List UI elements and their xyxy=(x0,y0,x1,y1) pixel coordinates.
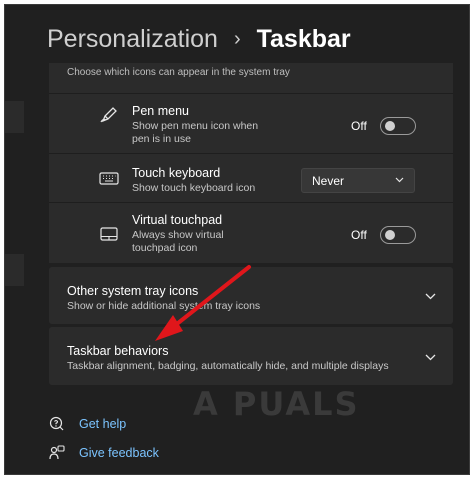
chevron-down-icon[interactable] xyxy=(425,293,436,300)
toggle-state-label: Off xyxy=(351,119,367,133)
nav-pane-edge xyxy=(5,254,24,286)
touchpad-icon xyxy=(100,227,118,241)
card-title: Other system tray icons xyxy=(67,284,199,298)
setting-title: Pen menu xyxy=(132,104,189,118)
toggle-knob xyxy=(385,121,395,131)
get-help-link[interactable]: Get help xyxy=(49,416,126,432)
breadcrumb-parent[interactable]: Personalization xyxy=(47,25,218,54)
setting-description: Show pen menu icon when pen is in use xyxy=(132,120,259,145)
page-title: Taskbar xyxy=(256,25,351,53)
watermark-logo: A PUALS xyxy=(193,385,360,423)
setting-title: Virtual touchpad xyxy=(132,213,223,227)
card-description: Show or hide additional system tray icon… xyxy=(67,300,261,312)
setting-row-touch-keyboard: Touch keyboard Show touch keyboard icon … xyxy=(49,153,453,202)
touch-keyboard-dropdown[interactable]: Never xyxy=(301,168,415,193)
pen-icon xyxy=(100,107,117,123)
feedback-icon xyxy=(49,445,65,460)
give-feedback-link[interactable]: Give feedback xyxy=(49,445,159,461)
dropdown-value: Never xyxy=(312,174,345,188)
help-icon xyxy=(49,416,64,431)
other-system-tray-icons-card[interactable]: Other system tray icons Show or hide add… xyxy=(49,267,453,324)
pen-menu-toggle[interactable] xyxy=(380,117,416,135)
setting-title: Touch keyboard xyxy=(132,166,221,180)
breadcrumb-separator-icon: › xyxy=(233,28,241,50)
card-description: Taskbar alignment, badging, automaticall… xyxy=(67,360,389,372)
tray-section-intro: Choose which icons can appear in the sys… xyxy=(67,67,290,78)
toggle-state-label: Off xyxy=(351,228,367,242)
setting-description: Always show virtual touchpad icon xyxy=(132,229,224,254)
setting-row-virtual-touchpad: Virtual touchpad Always show virtual tou… xyxy=(49,202,453,258)
card-title: Taskbar behaviors xyxy=(67,344,169,358)
keyboard-icon xyxy=(99,172,119,185)
breadcrumb: Personalization › Taskbar xyxy=(47,25,351,54)
nav-pane-edge xyxy=(5,101,24,133)
setting-description: Show touch keyboard icon xyxy=(132,182,256,194)
chevron-down-icon xyxy=(395,177,404,183)
taskbar-behaviors-card[interactable]: Taskbar behaviors Taskbar alignment, bad… xyxy=(49,327,453,385)
settings-window: Personalization › Taskbar Choose which i… xyxy=(4,4,470,475)
chevron-down-icon[interactable] xyxy=(425,354,436,361)
setting-row-pen-menu: Pen menu Show pen menu icon when pen is … xyxy=(49,93,453,149)
link-label: Get help xyxy=(79,417,127,431)
system-tray-icons-panel: Choose which icons can appear in the sys… xyxy=(49,63,453,263)
link-label: Give feedback xyxy=(79,446,159,460)
virtual-touchpad-toggle[interactable] xyxy=(380,226,416,244)
toggle-knob xyxy=(385,230,395,240)
